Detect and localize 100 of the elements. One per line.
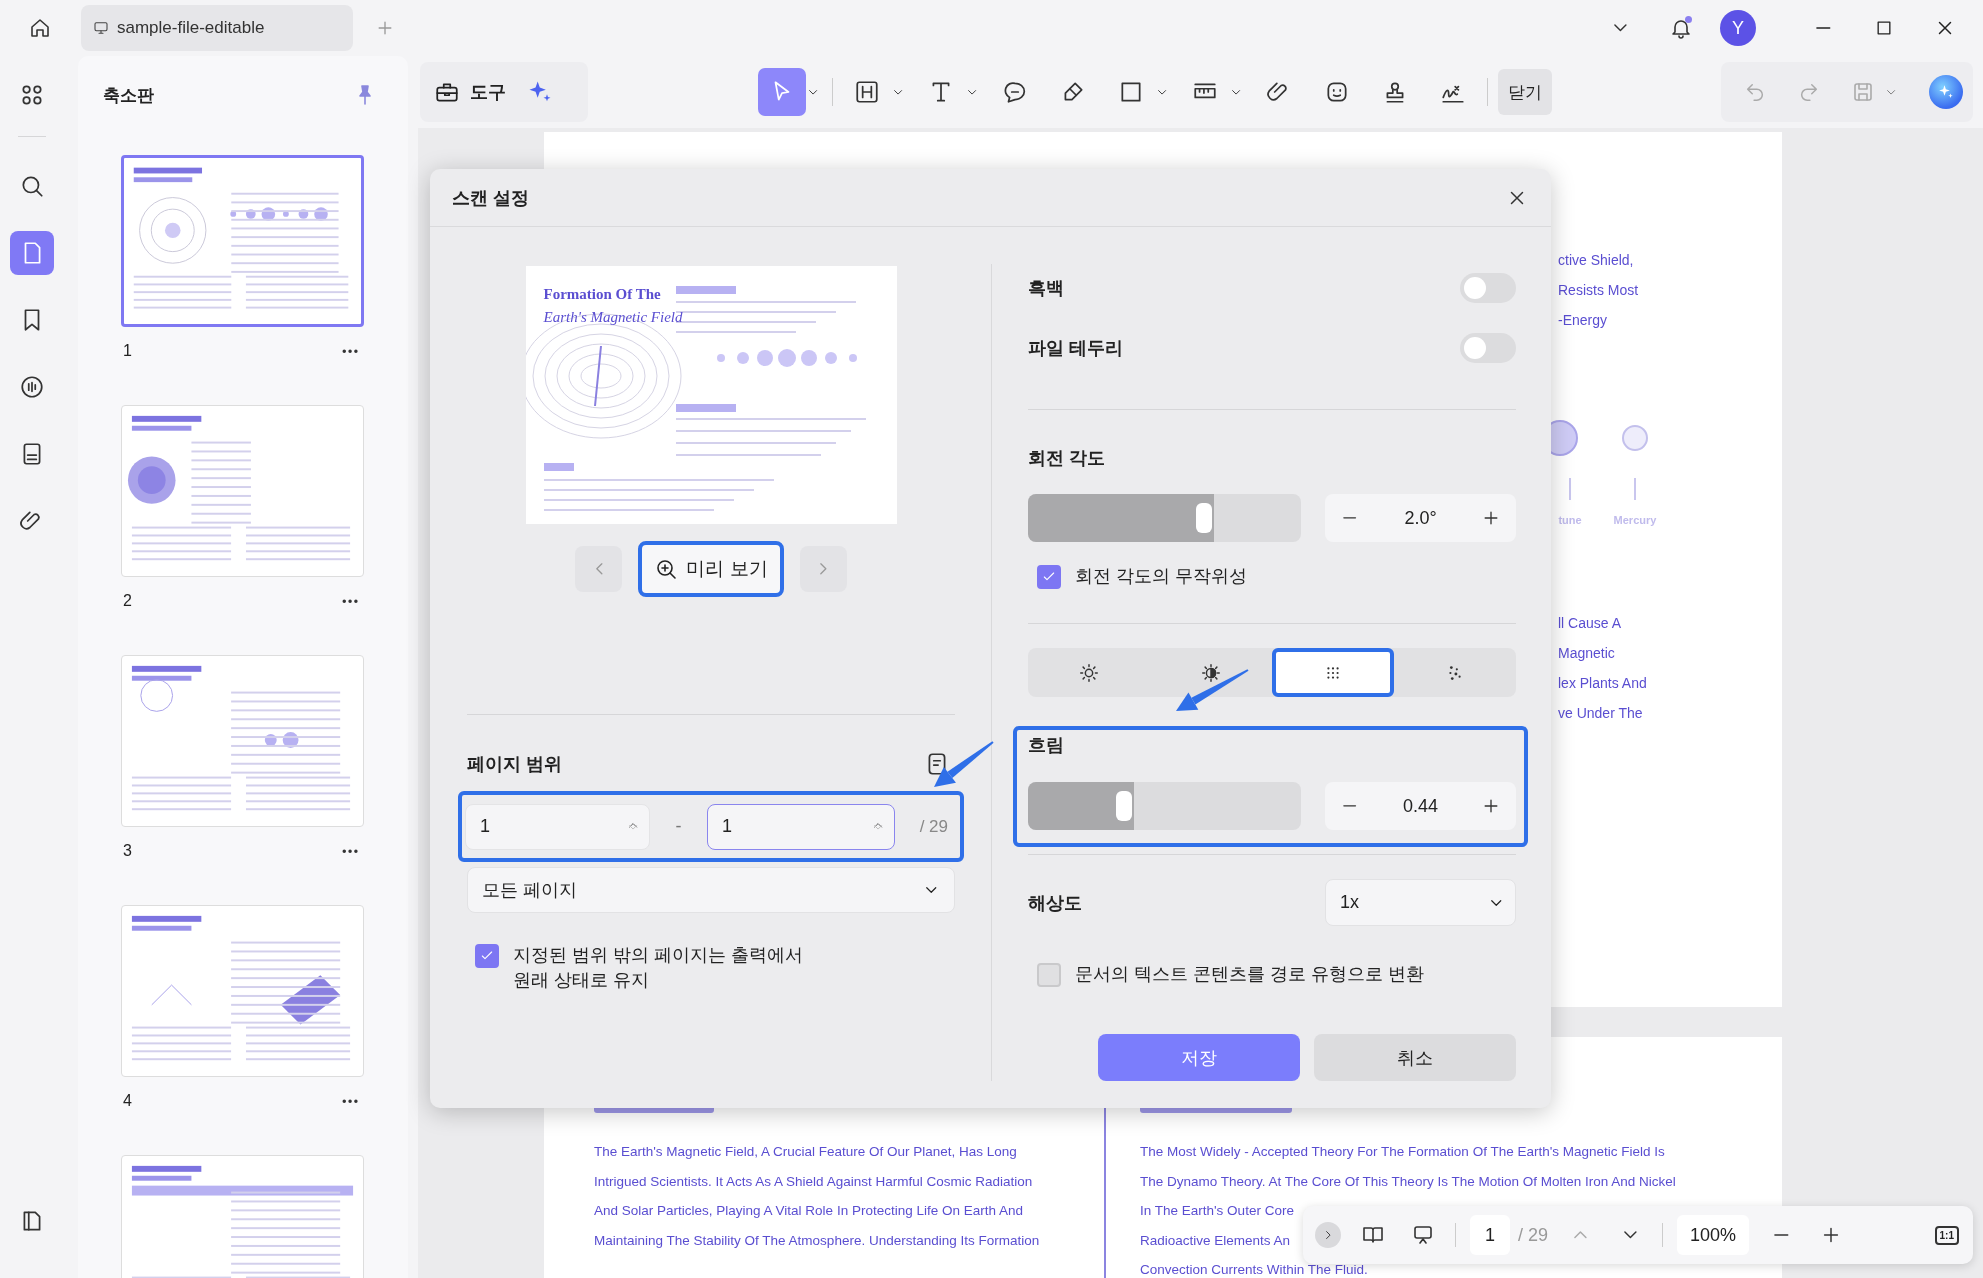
page-total: / 29	[1518, 1224, 1549, 1246]
document-text: In The Earth's Outer Core	[1140, 1202, 1294, 1220]
checkbox-label: 지정된 범위 밖의 페이지는 출력에서 원래 상태로 유지	[513, 944, 803, 992]
checkbox[interactable]	[1037, 565, 1061, 589]
stepper-value: 0.44	[1402, 795, 1438, 817]
checkbox-label: 문서의 텍스트 콘텐츠를 경로 유형으로 변환	[1075, 963, 1424, 986]
page-scope-dropdown[interactable]: 모든 페이지	[467, 867, 955, 913]
page-thumbnail[interactable]	[121, 155, 364, 327]
cancel-button[interactable]: 취소	[1314, 1034, 1516, 1081]
page-number: 4	[123, 1092, 132, 1110]
chevron-down-icon	[1490, 899, 1501, 906]
number-field[interactable]: 1	[707, 803, 895, 850]
checkbox[interactable]	[475, 944, 499, 968]
document-tab[interactable]: sample-file-editable	[81, 5, 353, 51]
more-icon	[342, 599, 358, 603]
annotation-arrow	[934, 741, 994, 787]
caret-icon	[894, 89, 903, 95]
document-text: Resists Most	[1558, 281, 1639, 300]
panel-title: 축소판	[103, 84, 154, 107]
actual-size-button[interactable]: 1:1	[1934, 1225, 1959, 1245]
document-text: The Most Widely - Accepted Theory For The Formation Of The Earth's Magnetic Field Is	[1140, 1143, 1665, 1161]
document-text: The Dynamo Theory. At The Core Of This Theory Is The Motion Of Molten Iron And Nickel	[1140, 1172, 1676, 1191]
minus-icon	[1343, 805, 1357, 807]
page-total: / 29	[919, 816, 948, 837]
effect-option[interactable]	[1272, 648, 1394, 697]
zoom-in-icon	[654, 557, 679, 581]
preview-button[interactable]: 미리 보기	[638, 541, 784, 597]
document-text: lex Plants And	[1558, 674, 1647, 693]
caret-icon	[1158, 89, 1167, 95]
stepper-value: 2.0°	[1404, 507, 1437, 529]
range-separator: -	[674, 816, 683, 837]
number-stepper[interactable]: 2.0°	[1325, 494, 1516, 542]
tick-line	[1569, 478, 1571, 500]
minus-icon	[1773, 1234, 1789, 1236]
caret-icon	[1886, 89, 1896, 95]
planet-circle	[1622, 425, 1648, 451]
document-text: ctive Shield,	[1558, 251, 1634, 270]
resolution-dropdown[interactable]: 1x	[1325, 879, 1516, 926]
option-label: 파일 테두리	[1028, 337, 1123, 360]
page-number-field[interactable]: 1	[1470, 1215, 1510, 1255]
assistant-button[interactable]	[1929, 75, 1963, 109]
tick-line	[1634, 478, 1636, 500]
preview-heading: Formation Of The	[543, 286, 662, 303]
toggle-switch[interactable]	[1460, 273, 1516, 303]
chevron-right-icon	[1325, 1230, 1331, 1240]
chevron-up-icon	[1573, 1231, 1587, 1239]
document-text: Intrigued Scientists. It Acts As A Shield Against Harmful Cosmic Radiation	[594, 1172, 1033, 1191]
minus-icon	[1343, 517, 1357, 519]
more-icon	[342, 349, 358, 353]
chevron-down-icon	[925, 887, 936, 893]
close-toolbar-button[interactable]: 닫기	[1497, 69, 1552, 115]
undo-icon	[1744, 81, 1766, 103]
document-text: The Earth's Magnetic Field, A Crucial Feature Of Our Planet, Has Long	[594, 1143, 1017, 1161]
presentation-icon	[1411, 1223, 1435, 1247]
slider-thumb[interactable]	[1116, 791, 1133, 821]
tab-title: sample-file-editable	[117, 18, 265, 38]
checkbox-label: 회전 각도의 무작위성	[1075, 565, 1247, 588]
section-label: 흐림	[1028, 734, 1064, 756]
comment-icon	[19, 374, 45, 400]
grid-icon	[19, 82, 45, 108]
page-number: 3	[123, 842, 132, 860]
document-text: -Energy	[1558, 311, 1608, 330]
tools-button[interactable]: 도구	[434, 79, 506, 105]
toggle-switch[interactable]	[1460, 333, 1516, 363]
redo-icon	[1798, 81, 1820, 103]
slider-track[interactable]	[1028, 782, 1301, 830]
document-text: And Solar Particles, Playing A Vital Role In Protecting Life On Earth And	[594, 1202, 1023, 1220]
caret-icon	[1232, 89, 1241, 95]
section-label: 회전 각도	[1028, 447, 1106, 470]
document-text: Convection Currents Within The Fluid.	[1140, 1261, 1368, 1278]
sun-icon	[1078, 661, 1100, 684]
checkbox[interactable]	[1037, 963, 1061, 987]
slider-track[interactable]	[1028, 494, 1301, 542]
heading-icon	[853, 79, 880, 105]
section-label: 페이지 범위	[467, 753, 562, 776]
zoom-field[interactable]: 100%	[1677, 1215, 1750, 1255]
number-stepper[interactable]: 0.44	[1325, 782, 1516, 830]
caret-icon	[809, 89, 818, 95]
more-icon	[342, 1099, 358, 1103]
save-icon	[1851, 80, 1875, 104]
chevron-right-icon	[819, 563, 827, 575]
document-text: Radioactive Elements An	[1140, 1231, 1291, 1250]
section-label: 해상도	[1028, 891, 1082, 915]
home-icon	[28, 16, 52, 40]
page-number: 1	[123, 342, 132, 360]
document-text: Magnetic	[1558, 644, 1615, 663]
page-number: 2	[123, 592, 132, 610]
option-label: 흑백	[1028, 277, 1064, 300]
document-text: ll Cause A	[1558, 614, 1622, 633]
monitor-icon	[93, 20, 109, 36]
contrast-icon	[1200, 661, 1222, 684]
preview-heading: Earth's Magnetic Field	[543, 309, 683, 326]
planet-label: tune	[1558, 514, 1582, 526]
document-text: ve Under The	[1558, 704, 1643, 723]
more-icon	[342, 849, 358, 853]
number-field[interactable]: 1	[465, 803, 650, 850]
sparkle-icon	[1937, 83, 1955, 101]
chevron-left-icon	[595, 563, 603, 575]
document-text: Maintaining The Stability Of The Atmosphere. Understanding Its Formation	[594, 1231, 1040, 1250]
account-avatar[interactable]: Y	[1720, 10, 1756, 46]
